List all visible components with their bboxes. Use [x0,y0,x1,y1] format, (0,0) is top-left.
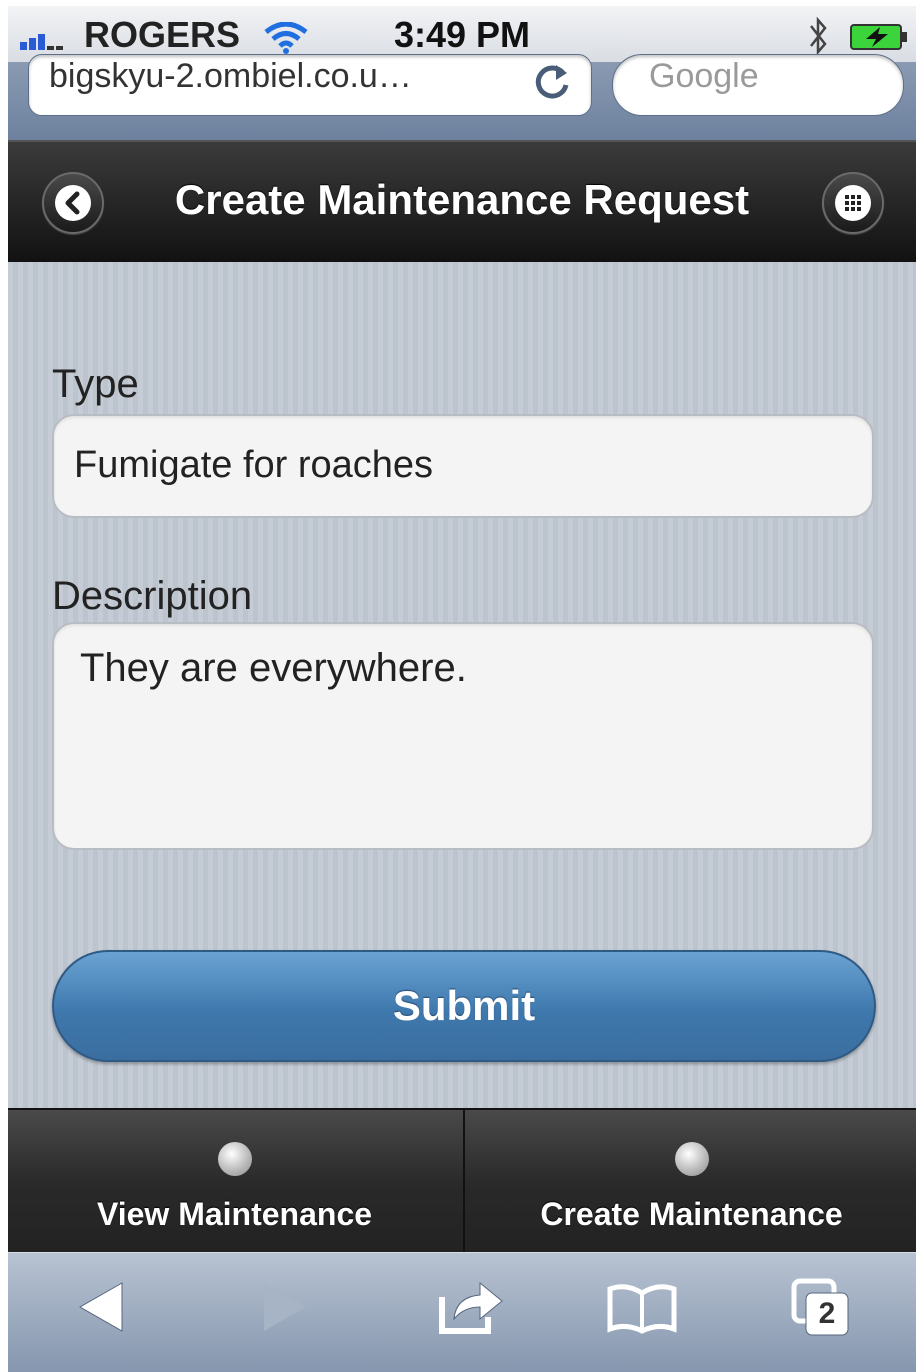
tab-count: 2 [818,1297,836,1330]
phone-screen: ROGERS 3:49 PM bigskyu-2.ombiel.co.u… Go… [8,6,916,1372]
tab-label: Create Maintenance [540,1196,843,1232]
tab-bar: View Maintenance Create Maintenance [8,1108,916,1254]
grid-menu-icon [835,185,871,221]
description-value: They are everywhere. [80,646,467,690]
forward-arrow-icon[interactable] [260,1277,312,1337]
tab-label: View Maintenance [96,1196,373,1232]
bluetooth-icon [810,16,827,56]
browser-address-bar: bigskyu-2.ombiel.co.u… Google [8,54,916,140]
menu-button[interactable] [822,172,884,234]
description-textarea[interactable]: They are everywhere. [52,622,874,850]
status-time: 3:49 PM [393,14,531,55]
description-label: Description [52,574,253,618]
back-arrow-icon[interactable] [74,1277,126,1337]
tab-dot-icon [217,1142,252,1176]
url-field[interactable]: bigskyu-2.ombiel.co.u… [28,54,592,116]
browser-toolbar: 2 [8,1252,916,1372]
search-field[interactable]: Google [612,54,904,116]
search-placeholder: Google [649,57,759,95]
url-text: bigskyu-2.ombiel.co.u… [49,57,412,95]
submit-button[interactable]: Submit [52,950,876,1062]
page-title: Create Maintenance Request [174,176,750,223]
app-header: Create Maintenance Request [8,140,916,266]
battery-charging-icon [850,24,907,50]
submit-label: Submit [392,982,536,1029]
bookmarks-icon[interactable] [606,1277,678,1337]
type-value: Fumigate for roaches [74,444,434,486]
tab-view-maintenance[interactable]: View Maintenance [8,1110,461,1254]
tab-dot-icon [674,1142,709,1176]
reload-icon[interactable] [531,61,573,103]
tab-create-maintenance[interactable]: Create Maintenance [463,1110,916,1254]
type-label: Type [52,362,139,406]
form-content: Type Fumigate for roaches Description Th… [8,262,916,1108]
type-input[interactable]: Fumigate for roaches [52,414,874,518]
share-icon[interactable] [436,1277,506,1337]
tabs-button[interactable]: 2 [790,1277,854,1341]
